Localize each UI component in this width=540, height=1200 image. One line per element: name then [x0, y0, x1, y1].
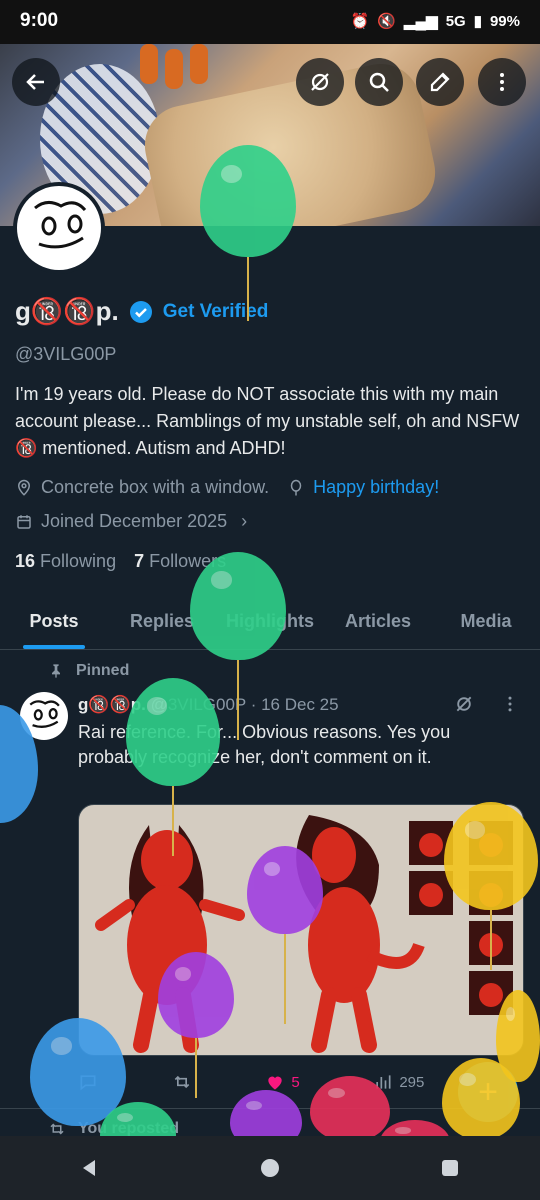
views-count: 295 — [399, 1073, 425, 1091]
more-button[interactable] — [478, 58, 526, 106]
balloon-decoration — [126, 678, 220, 856]
following-label: Following — [40, 551, 117, 571]
balloon-icon — [290, 479, 302, 495]
pinned-indicator: Pinned — [48, 662, 129, 680]
grok-icon[interactable] — [454, 694, 474, 714]
location-icon — [17, 479, 31, 496]
avatar-face-icon — [34, 201, 87, 249]
avatar — [17, 186, 101, 270]
edit-icon — [430, 72, 450, 92]
nav-home-icon[interactable] — [258, 1156, 282, 1180]
balloon-decoration — [442, 1058, 520, 1140]
more-vertical-icon[interactable] — [500, 694, 520, 714]
tab-articles[interactable]: Articles — [324, 598, 432, 649]
balloon-decoration — [0, 705, 38, 823]
grok-icon — [311, 73, 329, 91]
profile-handle: @3VILG00P — [15, 344, 117, 364]
battery-label: 99% — [489, 12, 520, 30]
profile-avatar[interactable] — [13, 182, 105, 274]
balloon-decoration — [310, 1076, 390, 1142]
joined-date: Joined December 2025 — [41, 511, 228, 531]
pinned-label: Pinned — [76, 662, 130, 679]
repost-button[interactable] — [172, 1072, 192, 1092]
profile-bio: I'm 19 years old. Please do NOT associat… — [15, 384, 520, 458]
followers-count: 7 — [134, 551, 145, 571]
grok-button[interactable] — [296, 58, 344, 106]
signal-icon: ▂▄▆ — [403, 13, 438, 30]
alarm-icon: ⏰ — [350, 13, 370, 30]
status-bar: 9:00 ⏰ 🔇 ▂▄▆ 5G ▮ 99% — [0, 0, 540, 44]
banner-carrot — [140, 44, 158, 84]
profile-meta-row: Concrete box with a window. Happy birthd… — [15, 477, 439, 498]
status-icons: ⏰ 🔇 ▂▄▆ 5G ▮ 99% — [350, 12, 520, 31]
post-header-icons — [454, 694, 520, 714]
pin-icon — [52, 664, 60, 678]
calendar-icon — [17, 514, 31, 529]
edit-button[interactable] — [416, 58, 464, 106]
name-row: g🔞🔞p. Get Verified — [15, 296, 268, 327]
verified-badge-icon — [129, 300, 152, 323]
birthday-link[interactable]: Happy birthday! — [313, 477, 439, 498]
profile-location: Concrete box with a window. — [41, 477, 270, 497]
system-nav-bar — [0, 1136, 540, 1200]
more-vertical-icon — [500, 73, 504, 91]
nav-recents-icon[interactable] — [438, 1156, 462, 1180]
tab-posts[interactable]: Posts — [0, 598, 108, 649]
display-name: g🔞🔞p. — [15, 296, 119, 326]
nav-back-icon[interactable] — [78, 1156, 102, 1180]
back-arrow-icon — [26, 74, 44, 90]
balloon-decoration — [158, 952, 234, 1098]
battery-icon: ▮ — [473, 13, 482, 30]
following-link[interactable]: 16 Following — [15, 551, 116, 572]
back-button[interactable] — [12, 58, 60, 106]
get-verified-link[interactable]: Get Verified — [163, 301, 269, 323]
balloon-decoration — [190, 552, 286, 740]
following-count: 16 — [15, 551, 36, 571]
status-time: 9:00 — [20, 10, 59, 31]
network-label: 5G — [445, 12, 466, 30]
retweet-icon — [174, 1075, 189, 1089]
mute-icon: 🔇 — [377, 13, 396, 30]
like-count: 5 — [291, 1073, 300, 1091]
post-date: · 16 Dec 25 — [250, 695, 339, 714]
chevron-right-icon: › — [241, 511, 248, 531]
search-button[interactable] — [355, 58, 403, 106]
balloon-decoration — [444, 802, 538, 970]
balloon-decoration — [247, 846, 323, 1024]
tab-media[interactable]: Media — [432, 598, 540, 649]
banner-carrot — [190, 44, 208, 84]
banner-carrot — [165, 49, 183, 89]
joined-row[interactable]: Joined December 2025 › — [15, 511, 247, 532]
like-button[interactable]: 5 — [265, 1072, 300, 1092]
search-icon — [369, 72, 389, 92]
heart-icon — [268, 1076, 282, 1090]
balloon-decoration — [200, 145, 296, 321]
